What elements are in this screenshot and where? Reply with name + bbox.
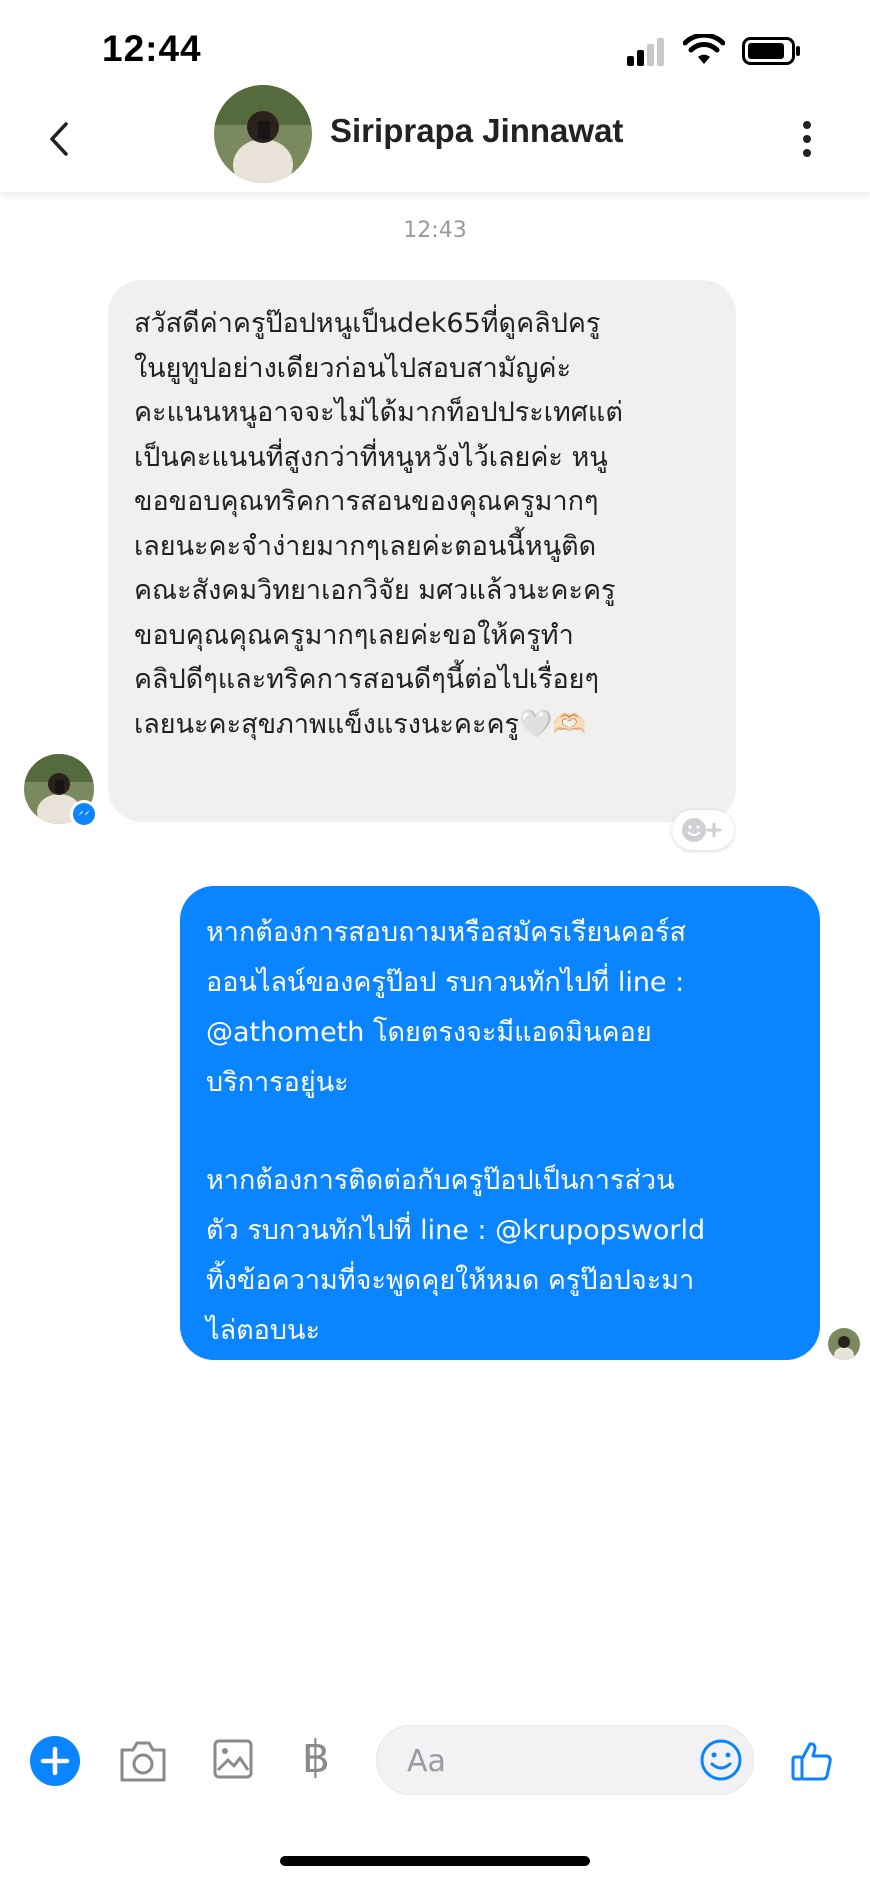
message-line: ออนไลน์ของครูป๊อป รบกวนทักไปที่ line : bbox=[206, 967, 685, 998]
seen-receipt-avatar bbox=[828, 1328, 860, 1360]
like-thumbs-up-icon[interactable] bbox=[790, 1738, 834, 1782]
more-actions-button[interactable] bbox=[30, 1736, 80, 1786]
message-line: ขอขอบคุณทริคการสอนของคุณครูมากๆ bbox=[134, 486, 599, 517]
contact-name[interactable]: Siriprapa Jinnawat bbox=[330, 112, 623, 150]
outgoing-message-bubble[interactable]: หากต้องการสอบถามหรือสมัครเรียนคอร์ส ออนไ… bbox=[180, 886, 820, 1360]
message-timestamp: 12:43 bbox=[403, 218, 467, 243]
message-line: เป็นคะแนนที่สูงกว่าที่หนูหวังไว้เลยค่ะ ห… bbox=[134, 441, 608, 473]
message-input-box[interactable] bbox=[376, 1725, 754, 1795]
wifi-icon bbox=[683, 34, 725, 64]
message-line: ขอบคุณคุณครูมากๆเลยค่ะขอให้ครูทำ bbox=[134, 619, 574, 651]
message-line: ไล่ตอบนะ bbox=[206, 1315, 320, 1346]
battery-icon bbox=[742, 37, 800, 65]
home-indicator[interactable] bbox=[280, 1856, 590, 1866]
add-reaction-icon bbox=[682, 818, 722, 842]
message-line: ในยูทูปอย่างเดียวก่อนไปสอบสามัญค่ะ bbox=[134, 352, 572, 384]
message-line: คณะสังคมวิทยาเอกวิจัย มศวแล้วนะคะครู bbox=[134, 575, 616, 606]
add-reaction-button[interactable] bbox=[672, 810, 734, 850]
message-line: ทิ้งข้อความที่จะพูดคุยให้หมด ครูป๊อปจะมา bbox=[206, 1265, 695, 1296]
emoji-icon[interactable] bbox=[699, 1738, 743, 1782]
plus-icon bbox=[40, 1746, 70, 1776]
messenger-badge-icon bbox=[70, 800, 98, 828]
message-line: เลยนะคะจำง่ายมากๆเลยค่ะตอนนี้หนูติด bbox=[134, 530, 597, 562]
message-line: หากต้องการติดต่อกับครูป๊อปเป็นการส่วน bbox=[206, 1165, 675, 1196]
status-time: 12:44 bbox=[102, 28, 202, 69]
more-options-icon[interactable] bbox=[795, 116, 819, 162]
status-bar: 12:44 bbox=[0, 0, 870, 92]
message-input[interactable] bbox=[405, 1740, 659, 1782]
composer-bar: ฿ bbox=[0, 1700, 870, 1830]
message-line: คะแนนหนูอาจจะไม่ได้มากท็อปประเทศแต่ bbox=[134, 397, 623, 428]
chat-header: Siriprapa Jinnawat bbox=[0, 85, 870, 192]
back-chevron-icon[interactable] bbox=[40, 114, 80, 164]
message-line: บริการอยู่นะ bbox=[206, 1067, 349, 1098]
message-line: คลิปดีๆและทริคการสอนดีๆนี้ต่อไปเรื่อยๆ bbox=[134, 664, 599, 695]
incoming-message-bubble[interactable]: สวัสดีค่าครูป๊อปหนูเป็นdek65ที่ดูคลิปครู… bbox=[108, 280, 736, 822]
gallery-icon[interactable] bbox=[212, 1736, 254, 1782]
message-line: หากต้องการสอบถามหรือสมัครเรียนคอร์ส bbox=[206, 917, 687, 948]
message-line: @athometh โดยตรงจะมีแอดมินคอย bbox=[206, 1017, 652, 1048]
message-line: เลยนะคะสุขภาพแข็งแรงนะคะครู🤍🫶🏻 bbox=[134, 708, 587, 740]
payment-button[interactable]: ฿ bbox=[302, 1732, 330, 1783]
message-line: ตัว รบกวนทักไปที่ line : @krupopsworld bbox=[206, 1215, 706, 1246]
contact-avatar[interactable] bbox=[214, 85, 312, 183]
cellular-signal-icon bbox=[627, 38, 673, 66]
message-line: สวัสดีค่าครูป๊อปหนูเป็นdek65ที่ดูคลิปครู bbox=[134, 308, 601, 339]
camera-icon[interactable] bbox=[118, 1738, 168, 1784]
